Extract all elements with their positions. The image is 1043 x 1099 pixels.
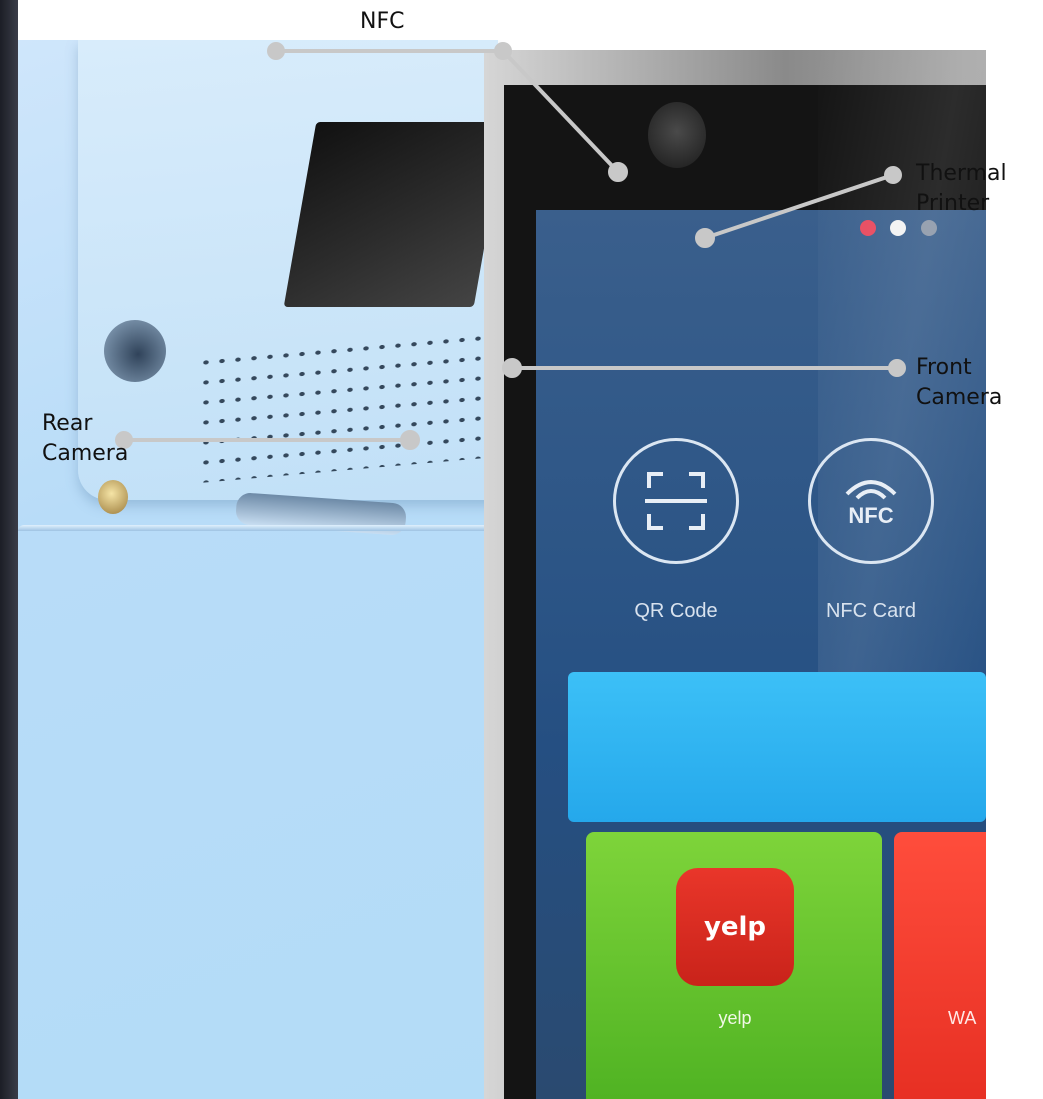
front-camera-label-line2: Camera: [916, 385, 1003, 410]
rear-camera-label-line2: Camera: [42, 441, 129, 466]
thermal-printer-label-line1: Thermal: [916, 161, 1007, 186]
front-camera-label-line1: Front: [916, 355, 972, 380]
nfc-label: NFC: [360, 9, 405, 34]
annotation-lines: [115, 42, 906, 450]
thermal-printer-label-line2: Printer: [916, 191, 990, 216]
rear-camera-label-line1: Rear: [42, 411, 93, 436]
